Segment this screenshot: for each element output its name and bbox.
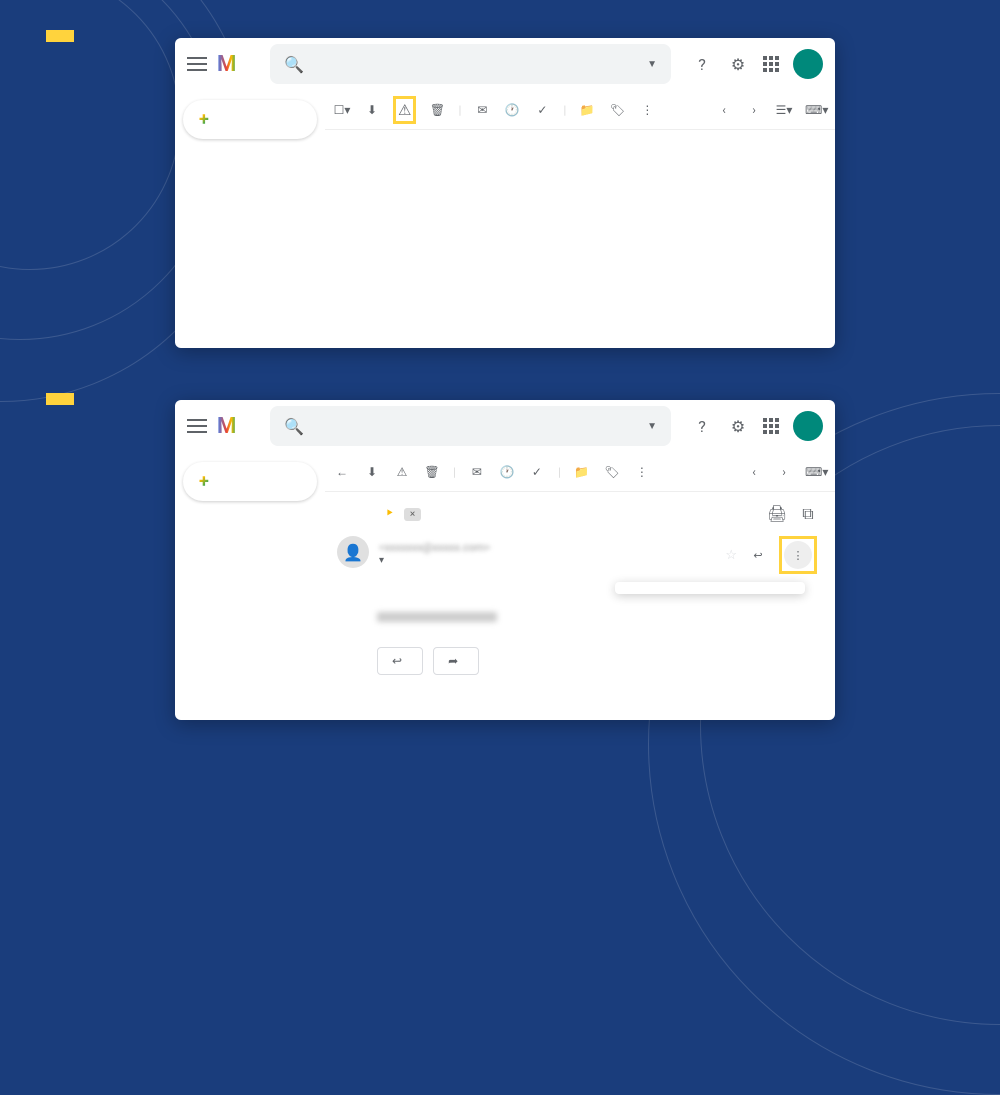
apps-grid-icon[interactable] (763, 56, 779, 72)
sidebar: + (175, 90, 325, 348)
forward-button[interactable]: ➦ (433, 647, 479, 675)
blurred-text (377, 612, 497, 622)
next-page-icon[interactable]: › (745, 103, 763, 117)
meet-heading (175, 513, 325, 527)
sidebar: + (175, 452, 325, 720)
gmail-window-message: M 🔍 ▼ ? ⚙ + ← ⬇ ⚠ (175, 400, 835, 720)
gmail-logo: M (217, 414, 240, 439)
star-icon[interactable]: ☆ (725, 548, 737, 563)
more-icon[interactable]: ⋮ (638, 103, 656, 117)
plus-icon: + (199, 471, 209, 492)
sender-email-blurred: <xxxxxxx@xxxxx.com> (379, 541, 490, 554)
important-marker-icon[interactable]: ⯈ (385, 507, 394, 521)
method-1-label (46, 30, 74, 42)
delete-icon[interactable]: 🗑 (423, 465, 441, 479)
move-to-icon[interactable]: 📁 (578, 103, 596, 117)
input-tools-icon[interactable]: ⌨▾ (805, 103, 823, 117)
reply-icon[interactable]: ↩ (749, 549, 767, 562)
prev-page-icon[interactable]: ‹ (715, 103, 733, 117)
settings-icon[interactable]: ⚙ (727, 53, 749, 75)
menu-icon[interactable] (187, 57, 207, 71)
more-menu-highlight: ⋮ (779, 536, 817, 574)
select-all-checkbox[interactable]: ☐▾ (333, 103, 351, 117)
search-icon: 🔍 (284, 55, 304, 74)
settings-icon[interactable]: ⚙ (727, 415, 749, 437)
toolbar: ☐▾ ⬇ ⚠ 🗑 | ✉ 🕐 ✓ | 📁 🏷 ⋮ ‹ › ☰▾ ⌨▾ (325, 90, 835, 130)
report-spam-highlight: ⚠ (393, 96, 416, 124)
search-input[interactable] (316, 56, 635, 72)
split-pane-icon[interactable]: ☰▾ (775, 103, 793, 117)
prev-page-icon[interactable]: ‹ (745, 465, 763, 479)
report-spam-icon[interactable]: ⚠ (393, 465, 411, 479)
report-spam-icon[interactable]: ⚠ (398, 101, 411, 119)
print-icon[interactable]: 🖨 (767, 504, 785, 524)
search-bar[interactable]: 🔍 ▼ (270, 406, 671, 446)
back-icon[interactable]: ← (333, 465, 351, 479)
inbox-label-chip[interactable]: × (404, 508, 421, 521)
search-options-caret-icon[interactable]: ▼ (647, 59, 657, 70)
search-icon: 🔍 (284, 417, 304, 436)
snooze-icon[interactable]: 🕐 (503, 103, 521, 117)
context-menu (615, 582, 805, 594)
add-to-tasks-icon[interactable]: ✓ (533, 103, 551, 117)
meet-heading (175, 151, 325, 165)
compose-button[interactable]: + (183, 100, 317, 139)
email-list (325, 130, 835, 348)
avatar[interactable] (793, 49, 823, 79)
gmail-window-inbox: M 🔍 ▼ ? ⚙ + ☐▾ ⬇ (175, 38, 835, 348)
plus-icon: + (199, 109, 209, 130)
compose-button[interactable]: + (183, 462, 317, 501)
search-options-caret-icon[interactable]: ▼ (647, 421, 657, 432)
reply-button[interactable]: ↩ (377, 647, 423, 675)
more-options-button[interactable]: ⋮ (784, 541, 812, 569)
mark-unread-icon[interactable]: ✉ (473, 103, 491, 117)
search-bar[interactable]: 🔍 ▼ (270, 44, 671, 84)
next-page-icon[interactable]: › (775, 465, 793, 479)
help-icon[interactable]: ? (691, 415, 713, 437)
toolbar: ← ⬇ ⚠ 🗑 | ✉ 🕐 ✓ | 📁 🏷 ⋮ ‹ › ⌨▾ (325, 452, 835, 492)
help-icon[interactable]: ? (691, 53, 713, 75)
add-to-tasks-icon[interactable]: ✓ (528, 465, 546, 479)
open-new-window-icon[interactable]: ⧉ (799, 504, 817, 524)
delete-icon[interactable]: 🗑 (428, 103, 446, 117)
method-2-label (46, 393, 74, 405)
header: M 🔍 ▼ ? ⚙ (175, 400, 835, 452)
gmail-m-icon: M (217, 52, 236, 77)
to-line[interactable]: ▾ (379, 555, 703, 566)
move-to-icon[interactable]: 📁 (573, 465, 591, 479)
gmail-logo: M (217, 52, 240, 77)
gmail-m-icon: M (217, 414, 236, 439)
sender-avatar: 👤 (337, 536, 369, 568)
archive-icon[interactable]: ⬇ (363, 465, 381, 479)
archive-icon[interactable]: ⬇ (363, 103, 381, 117)
snooze-icon[interactable]: 🕐 (498, 465, 516, 479)
mark-unread-icon[interactable]: ✉ (468, 465, 486, 479)
menu-icon[interactable] (187, 419, 207, 433)
labels-icon[interactable]: 🏷 (608, 103, 626, 117)
header: M 🔍 ▼ ? ⚙ (175, 38, 835, 90)
labels-icon[interactable]: 🏷 (603, 465, 621, 479)
input-tools-icon[interactable]: ⌨▾ (805, 465, 823, 479)
avatar[interactable] (793, 411, 823, 441)
more-icon[interactable]: ⋮ (633, 465, 651, 479)
apps-grid-icon[interactable] (763, 418, 779, 434)
search-input[interactable] (316, 418, 635, 434)
